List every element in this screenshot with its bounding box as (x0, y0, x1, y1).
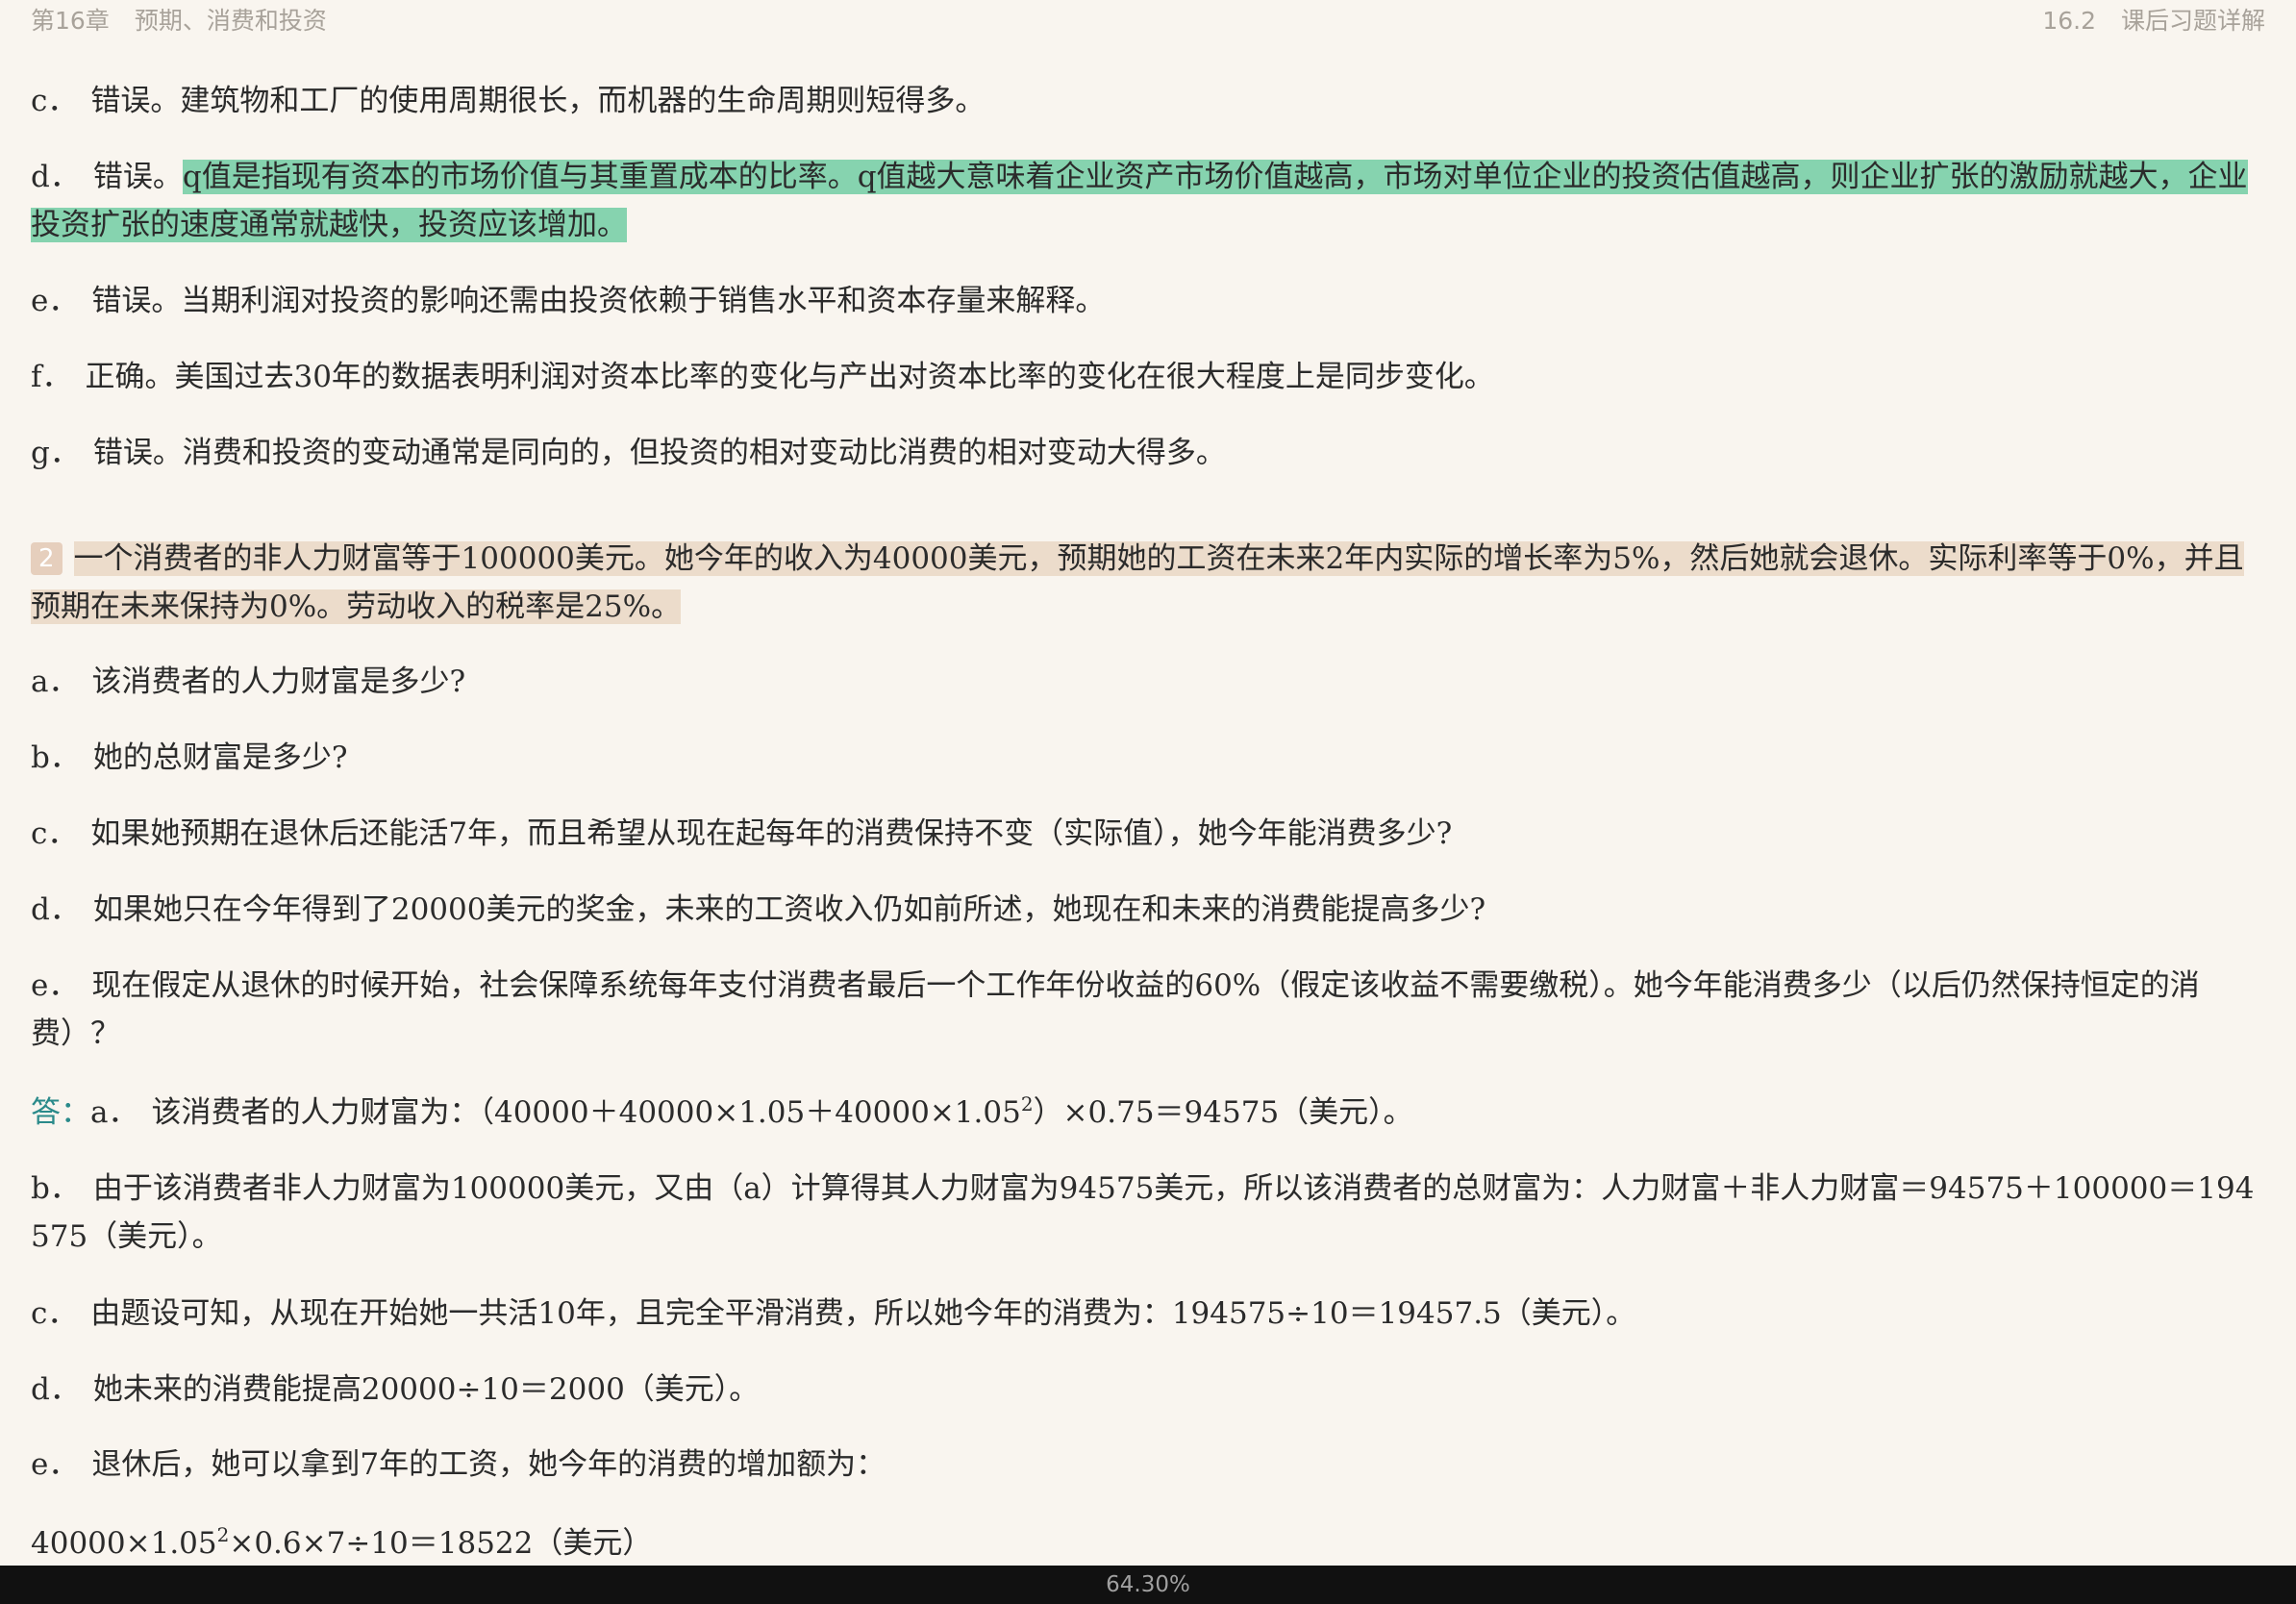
question-part-c: c． 如果她预期在退休后还能活7年，而且希望从现在起每年的消费保持不变（实际值），… (31, 810, 2271, 858)
solution-text: 退休后，她可以拿到7年的工资，她今年的消费的增加额为： (91, 1447, 886, 1482)
item-label: d． (31, 160, 80, 194)
part-text: 该消费者的人力财富是多少? (91, 664, 466, 699)
part-label: b． (31, 740, 80, 775)
solution-label: c． (31, 1296, 78, 1331)
solution-label: d． (31, 1372, 80, 1407)
reading-progress-bar: 64.30% (0, 1566, 2296, 1604)
solution-label: e． (31, 1447, 79, 1482)
answer-item-e: e． 错误。当期利润对投资的影响还需由投资依赖于销售水平和资本存量来解释。 (31, 277, 2271, 325)
solution-a: 答：a． 该消费者的人力财富为：（40000＋40000×1.05＋40000×1… (31, 1089, 2271, 1137)
solution-label: b． (31, 1171, 80, 1206)
answer-item-d: d． 错误。q值是指现有资本的市场价值与其重置成本的比率。q值越大意味着企业资产市… (31, 153, 2271, 249)
solution-text: 该消费者的人力财富为：（40000＋40000×1.05＋40000×1.05 (151, 1095, 1021, 1130)
solution-text: 由题设可知，从现在开始她一共活10年，且完全平滑消费，所以她今年的消费为：194… (90, 1296, 1636, 1331)
formula-start: 40000×1.05 (31, 1526, 217, 1561)
part-label: c． (31, 816, 78, 851)
question-part-b: b． 她的总财富是多少? (31, 734, 2271, 782)
reading-progress-percent: 64.30% (1106, 1572, 1190, 1597)
section-title: 课后习题详解 (2120, 7, 2265, 35)
item-text: 错误。消费和投资的变动通常是同向的，但投资的相对变动比消费的相对变动大得多。 (92, 436, 1226, 470)
solution-text: 由于该消费者非人力财富为100000美元，又由（a）计算得其人力财富为94575… (31, 1171, 2255, 1254)
solution-text-end: ）×0.75＝94575（美元）。 (1033, 1095, 1413, 1130)
chapter-title: 预期、消费和投资 (134, 7, 327, 35)
item-text: 错误。建筑物和工厂的使用周期很长，而机器的生命周期则短得多。 (90, 84, 986, 118)
question-part-a: a． 该消费者的人力财富是多少? (31, 658, 2271, 706)
question-part-e: e． 现在假定从退休的时候开始，社会保障系统每年支付消费者最后一个工作年份收益的6… (31, 962, 2271, 1058)
item-label: e． (31, 284, 79, 318)
answer-item-f: f． 正确。美国过去30年的数据表明利润对资本比率的变化与产出对资本比率的变化在很… (31, 353, 2271, 401)
question-number-badge: 2 (31, 542, 62, 575)
superscript: 2 (216, 1523, 230, 1546)
question-2: 2 一个消费者的非人力财富等于100000美元。她今年的收入为40000美元，预期… (31, 535, 2271, 631)
section-number: 16.2 (2042, 7, 2096, 35)
question-text[interactable]: 一个消费者的非人力财富等于100000美元。她今年的收入为40000美元，预期她… (31, 541, 2244, 624)
part-label: d． (31, 892, 80, 927)
answer-item-g: g． 错误。消费和投资的变动通常是同向的，但投资的相对变动比消费的相对变动大得多。 (31, 429, 2271, 477)
item-label: c． (31, 84, 78, 118)
part-text: 如果她预期在退休后还能活7年，而且希望从现在起每年的消费保持不变（实际值），她今… (90, 816, 1453, 851)
item-text: 错误。当期利润对投资的影响还需由投资依赖于销售水平和资本存量来解释。 (91, 284, 1106, 318)
part-text: 她的总财富是多少? (92, 740, 348, 775)
question-part-d: d． 如果她只在今年得到了20000美元的奖金，未来的工资收入仍如前所述，她现在和… (31, 886, 2271, 934)
solution-label: a． (90, 1095, 138, 1130)
item-label: f． (31, 360, 72, 394)
solution-text: 她未来的消费能提高20000÷10＝2000（美元）。 (92, 1372, 760, 1407)
solution-d: d． 她未来的消费能提高20000÷10＝2000（美元）。 (31, 1366, 2271, 1414)
part-text: 如果她只在今年得到了20000美元的奖金，未来的工资收入仍如前所述，她现在和未来… (92, 892, 1486, 927)
solution-e: e． 退休后，她可以拿到7年的工资，她今年的消费的增加额为： (31, 1441, 2271, 1489)
part-label: e． (31, 968, 79, 1003)
part-text: 现在假定从退休的时候开始，社会保障系统每年支付消费者最后一个工作年份收益的60%… (31, 968, 2200, 1051)
chapter-number: 第16章 (31, 7, 110, 35)
solution-b: b． 由于该消费者非人力财富为100000美元，又由（a）计算得其人力财富为945… (31, 1165, 2271, 1261)
item-text: 正确。美国过去30年的数据表明利润对资本比率的变化与产出对资本比率的变化在很大程… (85, 360, 1494, 394)
answer-item-c: c． 错误。建筑物和工厂的使用周期很长，而机器的生命周期则短得多。 (31, 77, 2271, 125)
formula-end: ×0.6×7÷10＝18522（美元） (229, 1526, 653, 1561)
item-label: g． (31, 436, 80, 470)
highlighted-text[interactable]: q值是指现有资本的市场价值与其重置成本的比率。q值越大意味着企业资产市场价值越高… (31, 160, 2248, 242)
section-header: 16.2 课后习题详解 (2042, 2, 2265, 37)
chapter-header: 第16章 预期、消费和投资 (31, 2, 327, 37)
part-label: a． (31, 664, 79, 699)
answer-label: 答： (31, 1095, 90, 1130)
solution-formula: 40000×1.052×0.6×7÷10＝18522（美元） (31, 1519, 2271, 1567)
solution-c: c． 由题设可知，从现在开始她一共活10年，且完全平滑消费，所以她今年的消费为：1… (31, 1290, 2271, 1338)
superscript: 2 (1020, 1092, 1034, 1115)
item-prefix: 错误。 (92, 160, 183, 194)
